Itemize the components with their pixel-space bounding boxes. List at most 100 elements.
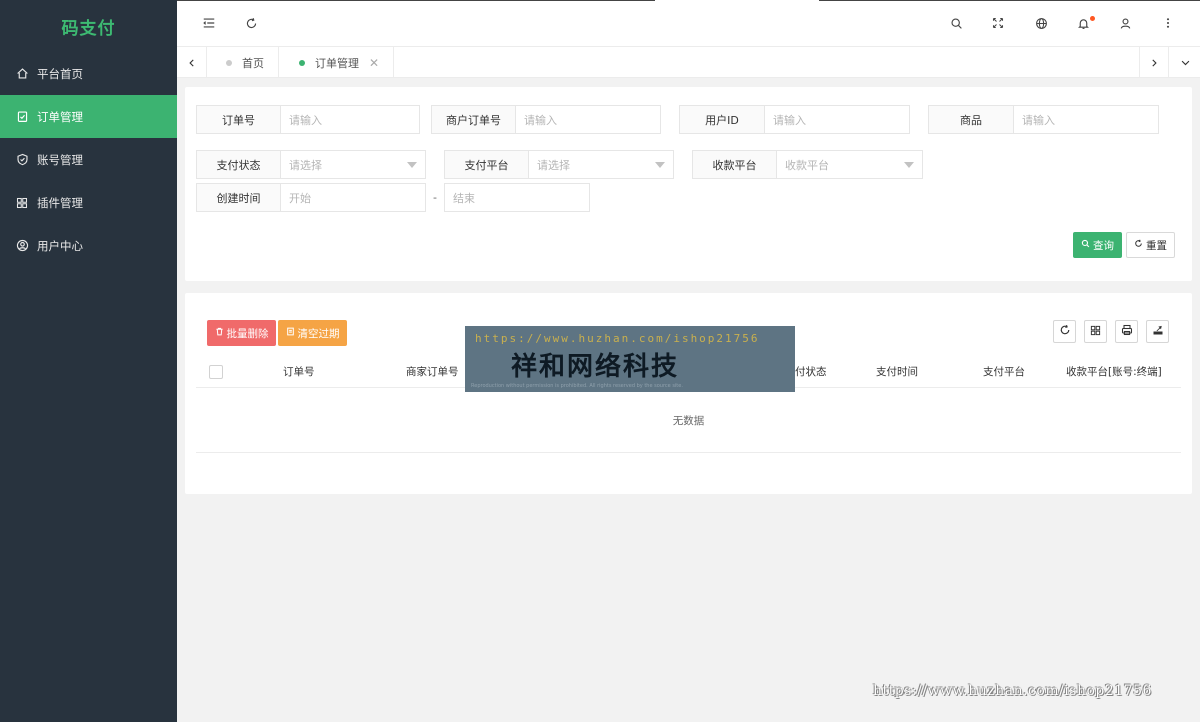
refresh-icon [1134,239,1143,251]
select-placeholder: 请选择 [289,158,322,172]
sidebar-item-label: 插件管理 [37,195,83,210]
tab-label: 订单管理 [315,56,359,70]
search-icon[interactable] [947,14,965,32]
table-print-button[interactable] [1115,320,1138,343]
field-label: 支付平台 [445,151,529,178]
button-label: 清空过期 [297,327,340,340]
tabs-dropdown-button[interactable] [1170,47,1200,78]
select-placeholder: 请选择 [537,158,570,172]
sidebar-item-user-center[interactable]: 用户中心 [0,224,177,267]
sidebar-item-plugins[interactable]: 插件管理 [0,181,177,224]
export-icon [1152,324,1164,339]
refresh-icon [1059,324,1071,339]
column-header[interactable]: 订单号 [283,354,315,388]
app-logo[interactable]: 码支付 [0,0,177,52]
user-icon[interactable] [1116,14,1134,32]
sidebar-item-label: 平台首页 [37,66,83,81]
field-label: 用户ID [680,106,765,133]
create-time-end-field: 结束 [444,183,590,212]
tab-status-dot [226,59,232,66]
table-export-button[interactable] [1146,320,1169,343]
order-no-input[interactable]: 请输入 [281,106,419,133]
clear-expired-button[interactable]: 清空过期 [278,320,347,346]
pay-status-field: 支付状态 请选择 [196,150,426,179]
sidebar-item-orders[interactable]: 订单管理 [0,95,177,138]
search-panel: 订单号 请输入 商户订单号 请输入 用户ID 请输入 商品 请输入 支付状态 请… [185,87,1192,281]
empty-state: 无数据 [196,388,1181,453]
create-time-start-field: 创建时间 开始 [196,183,426,212]
home-icon [15,67,29,81]
field-label: 支付状态 [197,151,281,178]
column-header[interactable]: 商家订单号 [406,354,459,388]
pay-platform-select[interactable]: 请选择 [529,151,673,178]
product-field: 商品 请输入 [928,105,1159,134]
column-header[interactable]: 付状态 [795,354,827,388]
column-header[interactable]: 支付时间 [876,354,918,388]
user-id-input[interactable]: 请输入 [765,106,909,133]
pay-platform-field: 支付平台 请选择 [444,150,674,179]
query-button[interactable]: 查询 [1073,232,1122,258]
user-id-field: 用户ID 请输入 [679,105,910,134]
search-icon [1081,239,1090,251]
field-label: 商品 [929,106,1014,133]
create-time-end-input[interactable]: 结束 [445,184,589,211]
tabs-next-button[interactable] [1139,47,1169,78]
button-label: 查询 [1093,239,1114,252]
globe-icon[interactable] [1032,14,1050,32]
merchant-order-no-input[interactable]: 请输入 [516,106,660,133]
sidebar-item-label: 订单管理 [37,109,83,124]
watermark-title: 祥和网络科技 [511,352,680,382]
close-icon[interactable]: ✕ [369,56,379,70]
watermark-small-text: Reproduction without permission is prohi… [471,383,683,389]
tab-orders[interactable]: 订单管理 ✕ [281,47,395,78]
top-header [177,0,1200,47]
bell-icon[interactable] [1074,14,1095,32]
receive-platform-field: 收款平台 收款平台 [692,150,923,179]
sidebar-item-home[interactable]: 平台首页 [0,52,177,95]
table-refresh-button[interactable] [1053,320,1076,343]
orders-table-panel: 批量删除 清空过期 订单号 商家订单号 付状态 支付时间 支付平台 收款平台[账… [185,293,1192,494]
more-vertical-icon[interactable] [1159,14,1177,32]
order-no-field: 订单号 请输入 [196,105,420,134]
fullscreen-icon[interactable] [989,14,1007,32]
product-input[interactable]: 请输入 [1014,106,1158,133]
create-time-start-input[interactable]: 开始 [281,184,425,211]
shield-icon [15,153,29,167]
table-columns-button[interactable] [1084,320,1107,343]
caret-down-icon [904,162,914,168]
tabs-prev-button[interactable] [177,47,207,78]
reset-button[interactable]: 重置 [1126,232,1175,258]
receive-platform-select[interactable]: 收款平台 [777,151,922,178]
watermark-banner: https://www.huzhan.com/ishop21756 祥和网络科技… [465,326,795,392]
header-top-gap [655,0,819,1]
caret-down-icon [655,162,665,168]
sidebar: 码支付 平台首页 订单管理 账号管理 插件管理 用户中心 [0,0,177,722]
watermark-bottom-url: https://www.huzhan.com/ishop21756 [873,683,1152,699]
columns-icon [1090,325,1101,339]
field-label: 收款平台 [693,151,777,178]
watermark-url: https://www.huzhan.com/ishop21756 [475,332,760,345]
clipboard-check-icon [15,110,29,124]
grid-icon [15,196,29,210]
field-label: 创建时间 [197,184,281,211]
caret-down-icon [407,162,417,168]
select-all-checkbox[interactable] [209,365,223,379]
sidebar-item-label: 账号管理 [37,152,83,167]
tab-label: 首页 [242,56,264,70]
notification-dot [1090,16,1095,21]
tabs-bar: 首页 订单管理 ✕ [177,47,1200,78]
batch-delete-button[interactable]: 批量删除 [207,320,276,346]
button-label: 批量删除 [226,327,269,340]
pay-status-select[interactable]: 请选择 [281,151,425,178]
field-label: 订单号 [197,106,281,133]
tab-home[interactable]: 首页 [208,47,279,78]
column-header[interactable]: 支付平台 [983,354,1025,388]
sidebar-item-accounts[interactable]: 账号管理 [0,138,177,181]
column-header[interactable]: 收款平台[账号:终端] [1066,354,1162,388]
user-circle-icon [15,239,29,253]
trash-icon [215,327,224,339]
merchant-order-no-field: 商户订单号 请输入 [431,105,661,134]
menu-collapse-icon[interactable] [200,14,218,32]
refresh-icon[interactable] [242,14,260,32]
document-icon [286,327,295,339]
